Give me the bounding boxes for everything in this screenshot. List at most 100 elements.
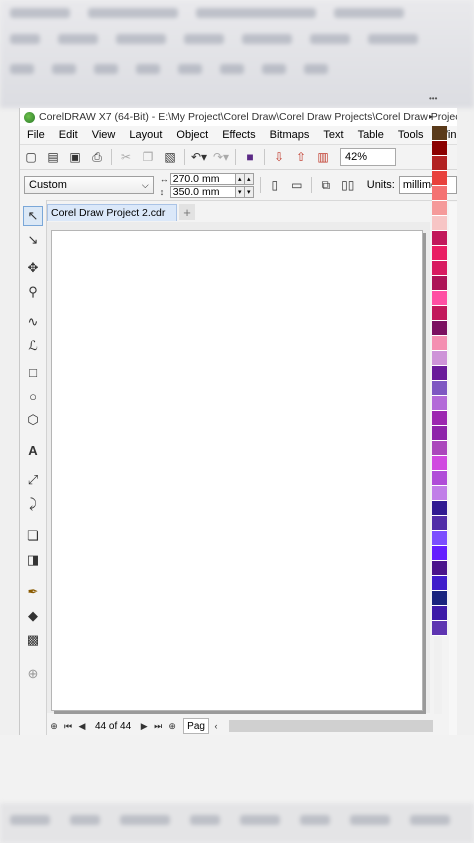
artistic-media-icon[interactable]: ℒ [23, 336, 43, 356]
export-icon[interactable]: ⇧ [290, 147, 312, 167]
smart-fill-icon[interactable]: ▩ [23, 630, 43, 650]
menu-edit[interactable]: Edit [52, 129, 85, 141]
color-swatch[interactable] [432, 291, 447, 306]
add-tab-button[interactable]: + [179, 204, 195, 220]
color-swatch[interactable] [432, 381, 447, 396]
color-swatch[interactable] [432, 171, 447, 186]
undo-icon[interactable]: ↶▾ [188, 147, 210, 167]
width-spinner[interactable]: ▴ [235, 172, 245, 185]
last-page-icon[interactable]: ⏭ [151, 721, 165, 732]
print-icon[interactable]: ⎙ [86, 147, 108, 167]
page-size-dropdown[interactable]: Custom ⌵ [24, 176, 154, 194]
color-swatch[interactable] [432, 156, 447, 171]
scroll-left-icon[interactable]: ‹ [209, 721, 223, 731]
menu-tools[interactable]: Tools [391, 129, 431, 141]
zoom-level-field[interactable]: 42% [340, 148, 396, 166]
color-swatch[interactable] [432, 141, 447, 156]
color-swatch[interactable] [432, 351, 447, 366]
copy-icon[interactable]: ❐ [137, 147, 159, 167]
publish-pdf-icon[interactable]: ▥ [312, 147, 334, 167]
cut-icon[interactable]: ✂ [115, 147, 137, 167]
connector-tool-icon[interactable]: ⤸ [23, 494, 43, 514]
color-swatch[interactable] [432, 336, 447, 351]
rectangle-tool-icon[interactable]: □ [23, 362, 43, 382]
height-lock-icon[interactable]: ▾ [244, 185, 254, 198]
menu-bitmaps[interactable]: Bitmaps [263, 129, 317, 141]
color-swatch[interactable] [432, 501, 447, 516]
color-swatch[interactable] [432, 366, 447, 381]
drawing-page[interactable] [51, 230, 423, 711]
units-dropdown[interactable]: millimete [398, 176, 457, 194]
eyedropper-tool-icon[interactable]: ✒ [23, 582, 43, 602]
palette-grip-icon[interactable]: ••• [429, 94, 437, 103]
pick-tool-icon[interactable]: ↖ [23, 206, 43, 226]
color-swatch[interactable] [432, 576, 447, 591]
color-swatch[interactable] [432, 396, 447, 411]
height-spinner[interactable]: ▾ [235, 185, 245, 198]
color-swatch[interactable] [432, 456, 447, 471]
color-swatch[interactable] [432, 231, 447, 246]
width-lock-icon[interactable]: ▴ [244, 172, 254, 185]
add-page-after-icon[interactable]: ⊕ [165, 721, 179, 732]
menu-view[interactable]: View [85, 129, 123, 141]
drawing-window[interactable] [47, 222, 430, 713]
color-swatch[interactable] [432, 531, 447, 546]
import-icon[interactable]: ⇩ [268, 147, 290, 167]
fill-tool-icon[interactable]: ◆ [23, 606, 43, 626]
menu-table[interactable]: Table [351, 129, 391, 141]
polygon-tool-icon[interactable]: ⬡ [23, 410, 43, 430]
palette-scroll-arrow-icon[interactable]: ▸ [429, 112, 433, 121]
drop-shadow-tool-icon[interactable]: ❏ [23, 526, 43, 546]
color-swatch[interactable] [432, 276, 447, 291]
shape-tool-icon[interactable]: ↘ [23, 230, 43, 250]
crop-tool-icon[interactable]: ✥ [23, 258, 43, 278]
menu-effects[interactable]: Effects [215, 129, 262, 141]
landscape-icon[interactable]: ▭ [286, 175, 308, 195]
current-page-icon[interactable]: ▯▯ [337, 175, 359, 195]
transparency-tool-icon[interactable]: ◨ [23, 550, 43, 570]
color-swatch[interactable] [432, 591, 447, 606]
color-swatch[interactable] [432, 561, 447, 576]
color-swatch[interactable] [432, 426, 447, 441]
page-tab[interactable]: Pag [183, 718, 209, 734]
ellipse-tool-icon[interactable]: ○ [23, 386, 43, 406]
dimension-tool-icon[interactable]: ⤢ [23, 470, 43, 490]
previous-page-icon[interactable]: ◀ [75, 721, 89, 732]
color-swatch[interactable] [432, 471, 447, 486]
color-swatch[interactable] [432, 186, 447, 201]
color-swatch[interactable] [432, 306, 447, 321]
zoom-tool-icon[interactable]: ⚲ [23, 282, 43, 302]
color-swatch[interactable] [432, 621, 447, 636]
color-swatch[interactable] [432, 606, 447, 621]
page-width-field[interactable]: 270.0 mm [169, 172, 236, 185]
color-swatch[interactable] [432, 441, 447, 456]
menu-text[interactable]: Text [316, 129, 350, 141]
color-swatch[interactable] [432, 411, 447, 426]
redo-icon[interactable]: ↷▾ [210, 147, 232, 167]
color-swatch[interactable] [432, 246, 447, 261]
first-page-icon[interactable]: ⏮ [61, 721, 75, 732]
next-page-icon[interactable]: ▶ [137, 721, 151, 732]
portrait-icon[interactable]: ▯ [264, 175, 286, 195]
color-swatch[interactable] [432, 201, 447, 216]
color-swatch[interactable] [432, 216, 447, 231]
paste-icon[interactable]: ▧ [159, 147, 181, 167]
color-swatch[interactable] [432, 126, 447, 141]
open-folder-icon[interactable]: ▤ [42, 147, 64, 167]
document-tab[interactable]: Corel Draw Project 2.cdr [47, 204, 177, 221]
new-document-icon[interactable]: ▢ [20, 147, 42, 167]
menu-layout[interactable]: Layout [122, 129, 169, 141]
menu-file[interactable]: File [20, 129, 52, 141]
menu-object[interactable]: Object [169, 129, 215, 141]
color-swatch[interactable] [432, 321, 447, 336]
color-swatch[interactable] [432, 486, 447, 501]
color-swatch[interactable] [432, 516, 447, 531]
page-height-field[interactable]: 350.0 mm [169, 185, 236, 198]
add-page-before-icon[interactable]: ⊕ [47, 721, 61, 732]
color-swatch[interactable] [432, 546, 447, 561]
horizontal-scrollbar[interactable] [228, 720, 433, 732]
color-swatch[interactable] [432, 261, 447, 276]
text-tool-icon[interactable]: A [23, 440, 43, 460]
search-content-icon[interactable]: ■ [239, 147, 261, 167]
save-icon[interactable]: ▣ [64, 147, 86, 167]
